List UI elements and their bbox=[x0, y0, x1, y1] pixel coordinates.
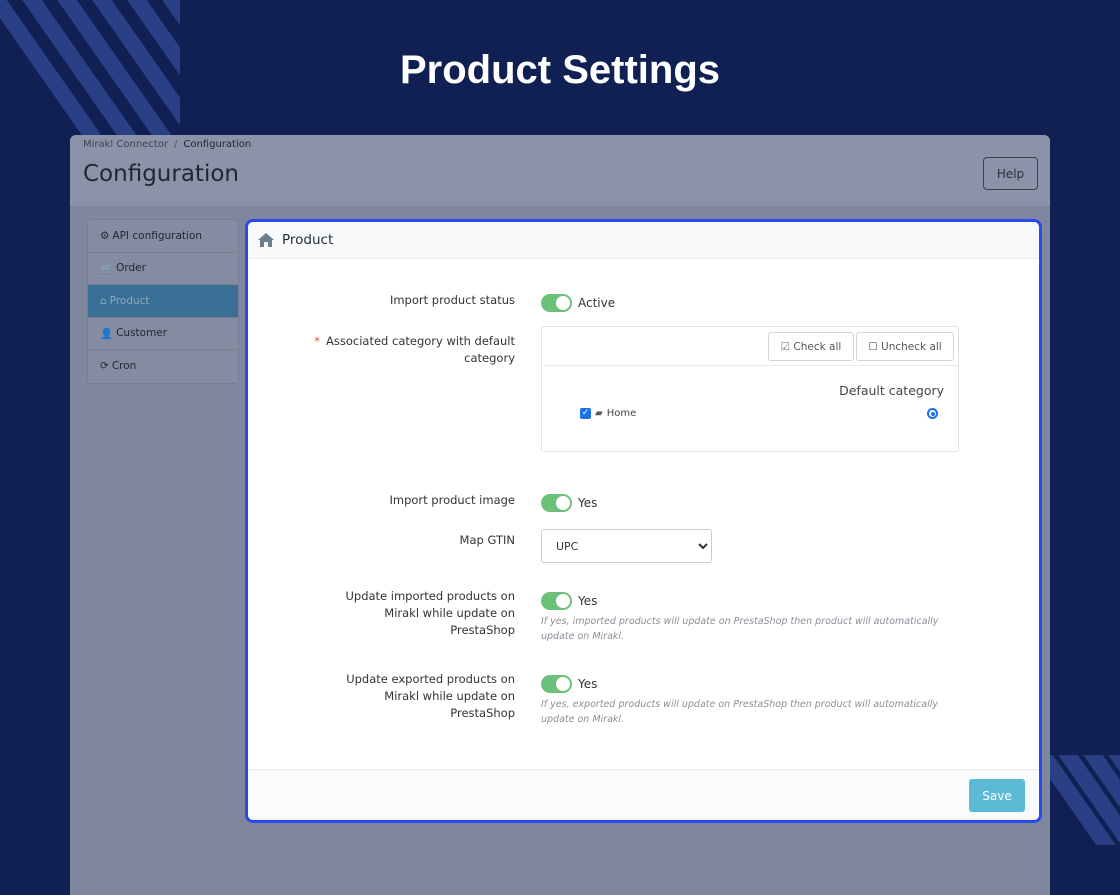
import-image-toggle[interactable] bbox=[541, 493, 572, 512]
import-status-value: Active bbox=[578, 295, 616, 310]
refresh-icon: ⟳ bbox=[100, 360, 109, 373]
cart-icon: 🛒 bbox=[100, 262, 114, 275]
import-status-label: Import product status bbox=[389, 293, 515, 307]
sidebar-item-order[interactable]: 🛒 Order bbox=[88, 253, 238, 285]
home-icon: ⌂ bbox=[100, 294, 107, 307]
breadcrumb-link[interactable]: Mirakl Connector bbox=[83, 139, 168, 150]
breadcrumb-separator: / bbox=[173, 139, 178, 150]
panel-title: Product bbox=[282, 232, 334, 248]
map-gtin-label: Map GTIN bbox=[459, 533, 515, 547]
update-imported-toggle[interactable] bbox=[541, 591, 572, 610]
gear-icon: ⚙ bbox=[100, 229, 110, 242]
sidebar: ⚙ API configuration 🛒 Order ⌂ Product 👤 Cust… bbox=[87, 219, 239, 384]
category-tree: ☑ Check all ☐ Uncheck all Default catego… bbox=[541, 326, 959, 452]
sidebar-item-label: Product bbox=[109, 294, 150, 307]
user-icon: 👤 bbox=[100, 327, 114, 340]
sidebar-item-label: Customer bbox=[116, 327, 168, 340]
category-label-text: Associated category with default categor… bbox=[326, 334, 515, 365]
sidebar-item-api-configuration[interactable]: ⚙ API configuration bbox=[88, 220, 238, 253]
update-exported-toggle[interactable] bbox=[541, 674, 572, 693]
check-all-label: Check all bbox=[793, 340, 842, 353]
panel-header: Product bbox=[248, 222, 1039, 259]
update-exported-hint: If yes, exported products will update on… bbox=[541, 698, 938, 725]
decorative-stripes bbox=[1050, 755, 1120, 845]
product-panel: Product Import product status Active * As… bbox=[245, 219, 1042, 823]
home-checkbox[interactable]: ✓ bbox=[580, 408, 591, 419]
required-marker: * bbox=[314, 334, 320, 348]
breadcrumb-current: Configuration bbox=[183, 139, 252, 150]
empty-box-icon: ☐ bbox=[868, 340, 878, 353]
sidebar-item-label: Cron bbox=[111, 360, 137, 373]
banner-title: Product Settings bbox=[399, 48, 721, 92]
folder-icon: ▰ bbox=[595, 408, 603, 419]
breadcrumb: Mirakl Connector / Configuration bbox=[83, 139, 251, 150]
update-exported-label: Update exported products on Mirakl while… bbox=[346, 672, 515, 720]
tree-item-label: Home bbox=[606, 408, 637, 419]
update-imported-hint: If yes, imported products will update on… bbox=[541, 615, 939, 642]
map-gtin-select[interactable]: UPC bbox=[541, 529, 712, 563]
default-category-radio[interactable] bbox=[927, 408, 938, 419]
import-status-toggle[interactable] bbox=[541, 293, 572, 312]
check-all-button[interactable]: ☑ Check all bbox=[768, 332, 854, 361]
update-imported-label: Update imported products on Mirakl while… bbox=[345, 589, 515, 637]
panel-footer: Save bbox=[248, 769, 1039, 820]
update-imported-value: Yes bbox=[578, 593, 598, 608]
home-icon bbox=[258, 233, 274, 247]
sidebar-item-product[interactable]: ⌂ Product bbox=[88, 285, 238, 318]
page-header: Mirakl Connector / Configuration Configura… bbox=[70, 135, 1050, 207]
uncheck-all-label: Uncheck all bbox=[881, 340, 942, 353]
sidebar-item-customer[interactable]: 👤 Customer bbox=[88, 318, 238, 350]
category-label: * Associated category with default catego… bbox=[295, 333, 515, 367]
import-image-label: Import product image bbox=[389, 493, 515, 507]
default-category-header: Default category bbox=[839, 383, 944, 398]
uncheck-all-button[interactable]: ☐ Uncheck all bbox=[856, 332, 954, 361]
sidebar-item-label: Order bbox=[116, 262, 146, 275]
page-title: Configuration bbox=[83, 161, 239, 187]
sidebar-item-label: API configuration bbox=[112, 229, 203, 242]
tree-item-home: ✓ ▰ Home bbox=[580, 408, 636, 419]
save-button[interactable]: Save bbox=[969, 779, 1025, 812]
sidebar-item-cron[interactable]: ⟳ Cron bbox=[88, 350, 238, 383]
update-exported-value: Yes bbox=[578, 676, 598, 691]
help-button[interactable]: Help bbox=[983, 157, 1038, 190]
checked-box-icon: ☑ bbox=[780, 340, 791, 353]
import-image-value: Yes bbox=[578, 495, 598, 510]
